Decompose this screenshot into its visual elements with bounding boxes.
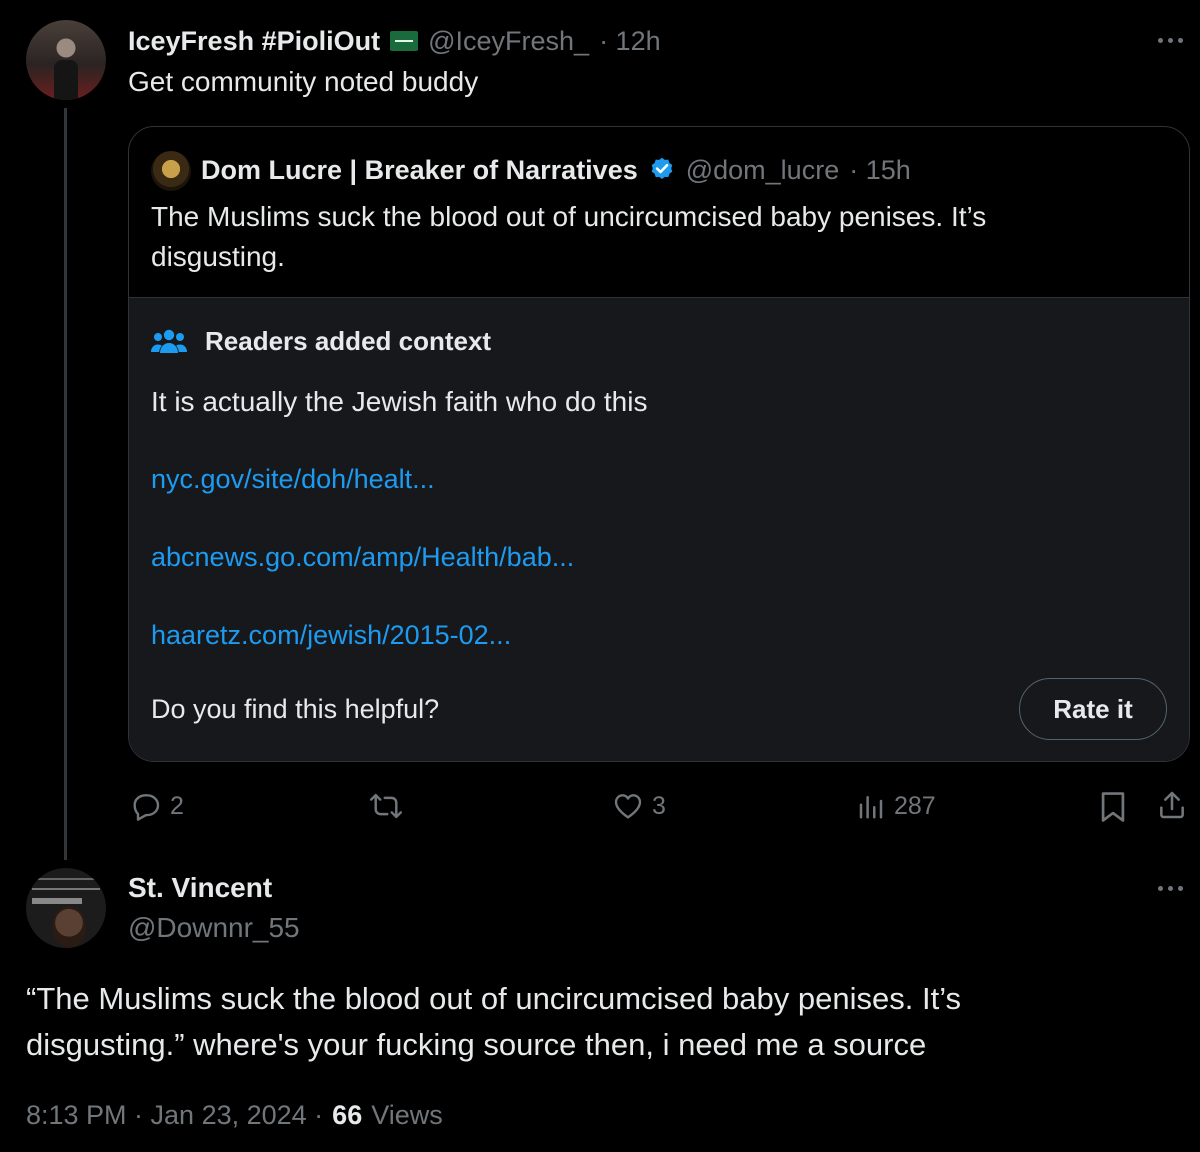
handle[interactable]: @IceyFresh_ bbox=[428, 26, 589, 57]
quoted-handle[interactable]: @dom_lucre bbox=[686, 155, 839, 186]
community-note: Readers added context It is actually the… bbox=[129, 297, 1189, 761]
bookmark-icon[interactable] bbox=[1098, 790, 1128, 824]
tweet-meta: 8:13 PM · Jan 23, 2024 · 66 Views bbox=[26, 1100, 443, 1131]
context-heading: Readers added context bbox=[205, 326, 492, 356]
repost-action[interactable] bbox=[368, 790, 404, 822]
rate-it-button[interactable]: Rate it bbox=[1019, 678, 1167, 740]
saudi-flag-icon bbox=[390, 31, 419, 51]
quoted-timestamp[interactable]: · 15h bbox=[849, 155, 911, 186]
timestamp[interactable]: 8:13 PM · Jan 23, 2024 · bbox=[26, 1100, 323, 1131]
repost-icon bbox=[369, 793, 403, 819]
like-count: 3 bbox=[652, 791, 666, 820]
helpful-question: Do you find this helpful? bbox=[151, 694, 440, 724]
like-action[interactable]: 3 bbox=[612, 790, 666, 822]
verified-badge-icon bbox=[651, 157, 673, 179]
views-count: 287 bbox=[894, 791, 936, 820]
reply-header: IceyFresh #PioliOut @IceyFresh_ · 12h bbox=[128, 24, 661, 58]
people-icon bbox=[151, 329, 187, 353]
reply-icon bbox=[133, 794, 160, 821]
thread-line bbox=[64, 108, 67, 860]
views-count: 66 bbox=[332, 1100, 363, 1130]
views-label: Views bbox=[371, 1100, 443, 1130]
display-name[interactable]: IceyFresh #PioliOut bbox=[128, 26, 380, 57]
share-icon[interactable] bbox=[1156, 788, 1188, 822]
reply-text: Get community noted buddy bbox=[128, 66, 479, 97]
quoted-text: The Muslims suck the blood out of uncirc… bbox=[151, 201, 987, 272]
context-link[interactable]: abcnews.go.com/amp/Health/bab... bbox=[151, 542, 574, 573]
more-options-icon[interactable] bbox=[1158, 886, 1183, 891]
quoted-tweet-card[interactable]: Dom Lucre | Breaker of Narratives @dom_l… bbox=[128, 126, 1190, 762]
reply-count: 2 bbox=[170, 791, 184, 820]
quoted-avatar[interactable] bbox=[151, 151, 191, 191]
heart-icon bbox=[614, 794, 642, 819]
timestamp[interactable]: · 12h bbox=[599, 26, 661, 57]
main-display-name[interactable]: St. Vincent bbox=[128, 872, 272, 904]
views-action[interactable]: 287 bbox=[856, 790, 936, 822]
more-options-icon[interactable] bbox=[1158, 38, 1183, 43]
avatar[interactable] bbox=[26, 20, 106, 100]
views-bar-chart-icon bbox=[859, 796, 883, 819]
quoted-header: Dom Lucre | Breaker of Narratives @dom_l… bbox=[201, 153, 911, 187]
context-body: It is actually the Jewish faith who do t… bbox=[151, 386, 648, 417]
main-handle[interactable]: @Downnr_55 bbox=[128, 912, 300, 944]
main-avatar[interactable] bbox=[26, 868, 106, 948]
context-link[interactable]: haaretz.com/jewish/2015-02... bbox=[151, 620, 511, 651]
main-tweet-text: “The Muslims suck the blood out of uncir… bbox=[26, 981, 962, 1062]
context-link[interactable]: nyc.gov/site/doh/healt... bbox=[151, 464, 435, 495]
quoted-display-name[interactable]: Dom Lucre | Breaker of Narratives bbox=[201, 155, 638, 186]
reply-action[interactable]: 2 bbox=[130, 790, 184, 822]
